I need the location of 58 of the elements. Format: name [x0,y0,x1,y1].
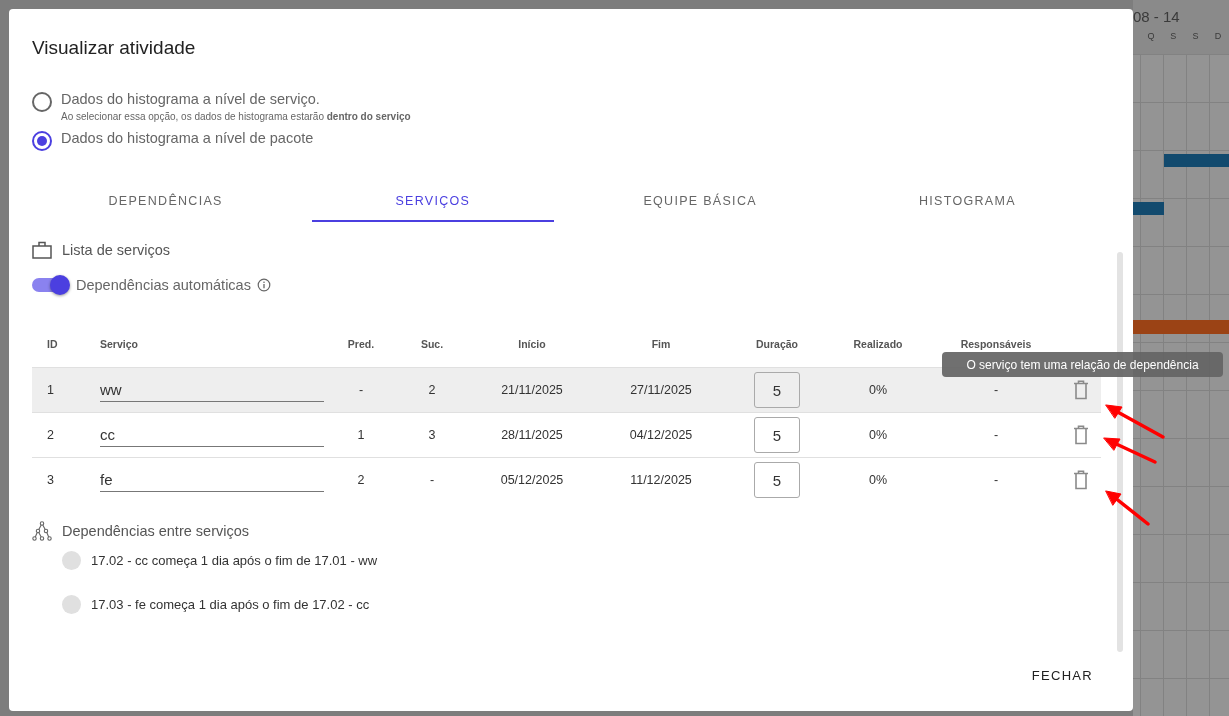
close-button[interactable]: FECHAR [1023,662,1101,689]
column-header: ID [46,338,59,350]
section-title: Lista de serviços [62,242,170,258]
table-cell-text: 2 [356,473,366,487]
table-cell-text: 2 [46,428,55,442]
week-range-label: 08 - 14 [1133,7,1181,25]
service-name-field[interactable]: ww [100,378,324,402]
column-header: Pred. [346,338,376,350]
table-cell-text: 05/12/2025 [499,473,565,487]
tab[interactable]: EQUIPE BÁSICA [579,182,821,222]
table-cell-text: - [992,473,1000,487]
service-name-field[interactable]: cc [100,423,324,447]
section-title: Dependências entre serviços [62,523,249,539]
table-cell-text: 1 [356,428,366,442]
weekday-label: S [1191,31,1200,41]
table-cell-text: - [992,428,1000,442]
dependency-text: 17.02 - cc começa 1 dia após o fim de 17.01 - ww [91,553,378,568]
table-cell-text: 28/11/2025 [500,428,564,442]
tab[interactable]: SERVIÇOS [312,182,554,222]
weekday-label: D [1213,31,1223,41]
table-cell-text: 0% [867,383,889,397]
table-row[interactable]: 2 cc 1 3 28/11/2025 04/12/2025 5 0% - [32,413,1101,458]
dialog-title: Visualizar atividade [32,36,197,59]
duration-field[interactable]: 5 [754,417,800,453]
dependency-text: 17.03 - fe começa 1 dia após o fim de 17.02 - cc [91,597,370,612]
table-cell-text: 11/12/2025 [629,473,693,487]
tab[interactable]: DEPENDÊNCIAS [45,182,287,222]
table-cell-text: - [357,383,365,397]
table-cell-text: 3 [46,473,55,487]
weekday-label: S [1169,31,1178,41]
option-note: Ao selecionar essa opção, os dados de histograma estarão dentro do serviço [61,111,411,122]
column-header: Suc. [419,338,445,350]
column-header: Fim [650,338,672,350]
column-header: Realizado [852,338,904,350]
option-label: Dados do histograma a nível de serviço. [61,91,321,107]
table-cell-text: 2 [427,383,437,397]
table-cell-text: 21/11/2025 [500,383,564,397]
weekday-label: Q [1146,31,1156,41]
table-cell-text: - [428,473,436,487]
column-header: Responsáveis [959,338,1033,350]
column-header: Início [517,338,547,350]
table-cell-text: 04/12/2025 [628,428,694,442]
table-cell-text: 1 [46,383,55,397]
column-header: Duração [755,338,799,350]
table-cell-text: 27/11/2025 [629,383,693,397]
tooltip: O serviço tem uma relação de dependência [942,352,1223,377]
option-label: Dados do histograma a nível de pacote [61,130,314,146]
tab[interactable]: HISTOGRAMA [846,182,1088,222]
duration-field[interactable]: 5 [754,462,800,498]
duration-field[interactable]: 5 [754,372,800,408]
table-cell-text: - [992,383,1000,397]
service-name-field[interactable]: fe [100,468,324,492]
column-header: Serviço [99,338,139,350]
toggle-label: Dependências automáticas [76,277,251,293]
table-cell-text: 0% [867,473,889,487]
table-cell-text: 3 [427,428,437,442]
table-cell-text: 0% [867,428,889,442]
table-row[interactable]: 3 fe 2 - 05/12/2025 11/12/2025 5 0% - [32,458,1101,502]
